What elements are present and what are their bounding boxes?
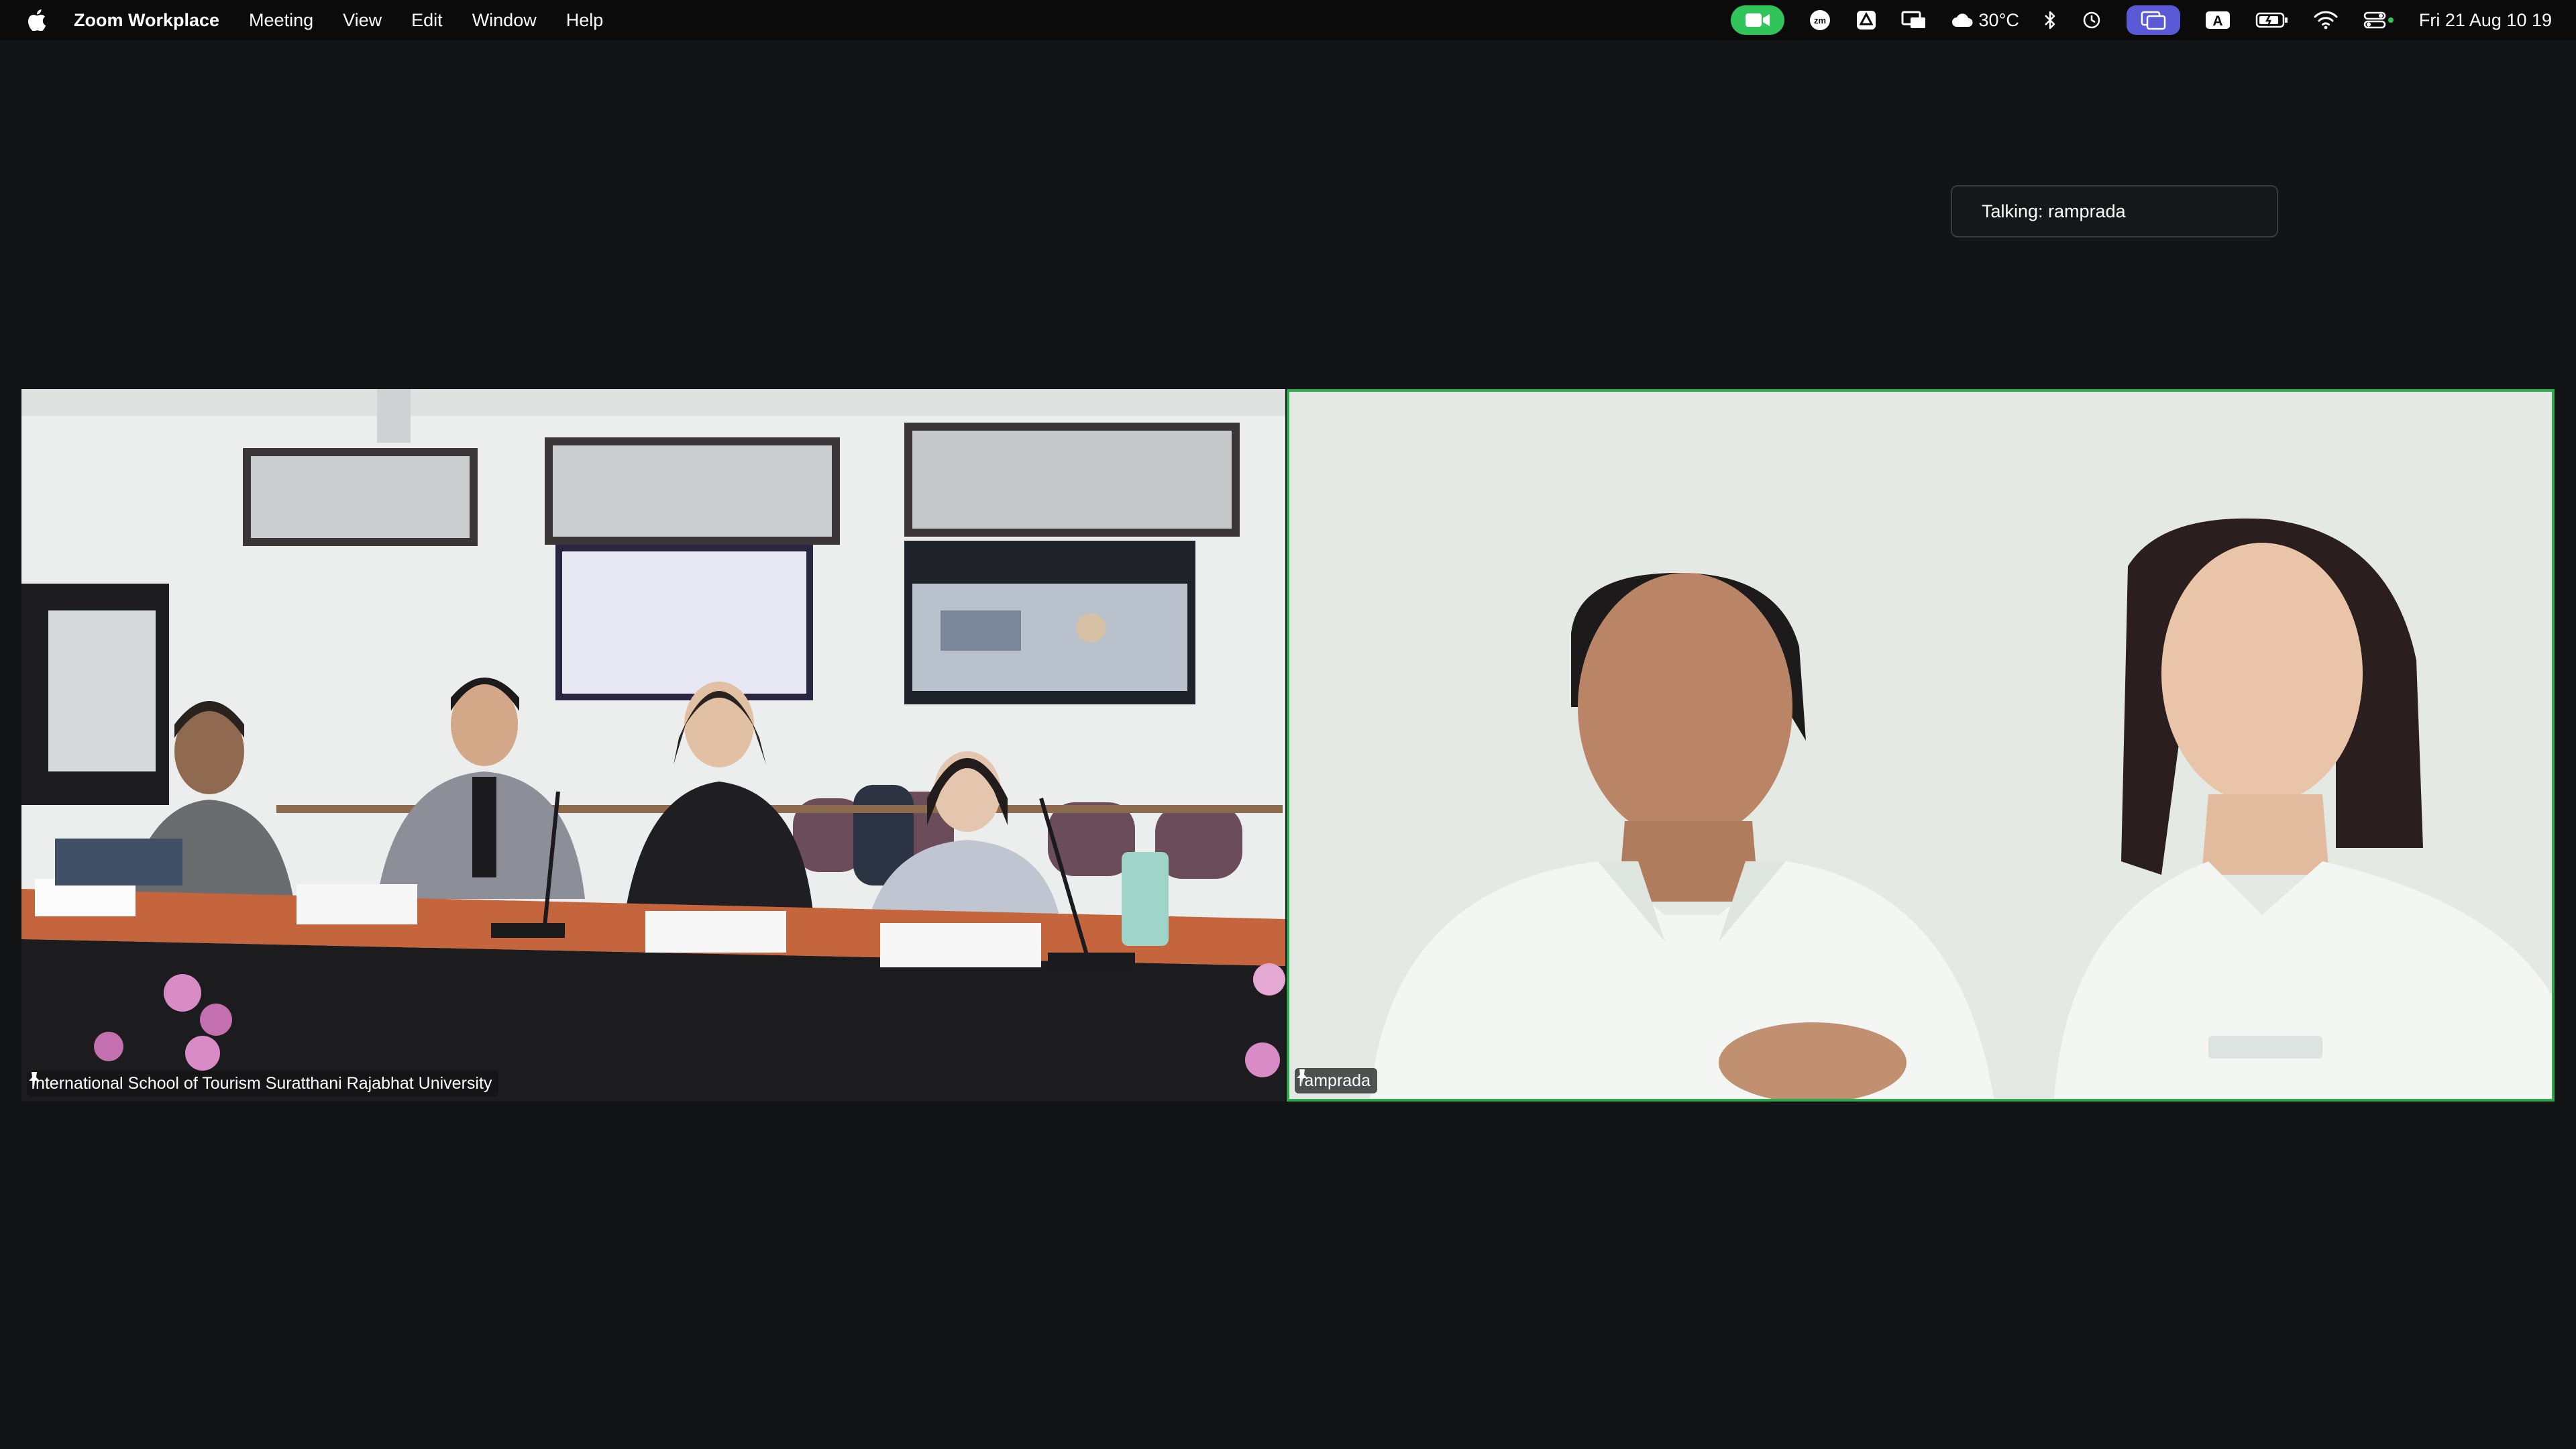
control-center-icon[interactable] [2363,10,2395,30]
keyboard-input-icon[interactable]: A [2204,9,2231,31]
zoom-icon[interactable]: zm [1809,9,1831,32]
menu-meeting[interactable]: Meeting [249,10,313,31]
screen-sharing-icon[interactable] [2126,5,2180,35]
battery-icon[interactable] [2255,11,2289,30]
status-menu-area: zm 30°C A Fri 21 Aug 10 19 [1730,0,2576,40]
speaker-video-feed [1289,392,2552,1099]
time-machine-icon[interactable] [2081,9,2102,31]
apple-menu-icon[interactable] [0,9,74,31]
menu-view[interactable]: View [343,10,382,31]
conference-room-video-feed [21,389,1285,1102]
menu-window[interactable]: Window [472,10,537,31]
talking-indicator: Talking: ramprada [1951,185,2278,237]
weather-temperature: 30°C [1978,9,2019,30]
wifi-icon[interactable] [2313,10,2339,30]
bluetooth-icon[interactable] [2043,9,2057,31]
menu-help[interactable]: Help [566,10,604,31]
drive-icon[interactable] [1856,9,1877,31]
keyboard-input-label: A [2212,13,2222,29]
participant-name-label: ramprada [1295,1068,1377,1093]
screen-mirroring-icon[interactable] [1901,9,1927,31]
participant-name-label: International School of Tourism Surattha… [27,1071,499,1096]
menu-edit[interactable]: Edit [411,10,443,31]
pin-icon [29,1072,40,1087]
participant-name: International School of Tourism Surattha… [31,1073,492,1093]
menu-bar: Zoom Workplace Meeting View Edit Window … [0,0,2576,40]
participant-video-tile-ramprada[interactable]: ramprada [1287,389,2555,1102]
svg-text:zm: zm [1814,15,1826,25]
weather-widget[interactable]: 30°C [1951,10,2019,31]
pin-icon [1297,1069,1307,1084]
participant-name: ramprada [1299,1071,1371,1090]
menu-bar-clock[interactable]: Fri 21 Aug 10 19 [2419,10,2552,31]
app-name-menu[interactable]: Zoom Workplace [74,10,219,31]
participant-video-tile-school[interactable]: International School of Tourism Surattha… [21,389,1285,1102]
camera-in-use-icon[interactable] [1730,5,1784,35]
cloud-icon [1951,13,1973,27]
